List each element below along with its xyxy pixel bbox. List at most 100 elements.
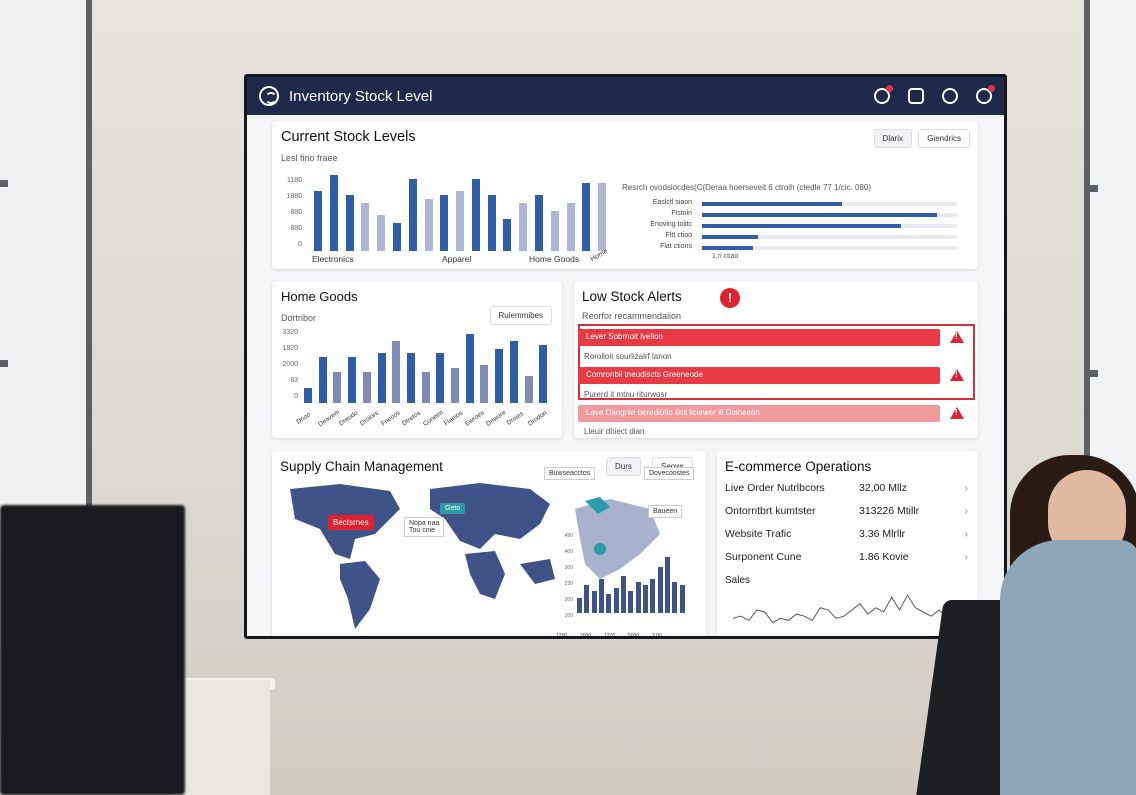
rank-bar [702, 235, 759, 239]
category-label: Home Goods [529, 254, 580, 264]
card-subtitle: Lesl fino fraee [281, 153, 338, 163]
rank-bar [702, 224, 901, 228]
home-goods-bar [524, 376, 533, 403]
y-tick-label: 200 [564, 597, 573, 603]
x-tick-label: Drioo [295, 411, 313, 426]
x-tick-label: Fneoos [379, 409, 402, 428]
left-window [0, 0, 92, 520]
shipment-bar [613, 588, 619, 613]
rank-label: Enoving toiitc [650, 221, 692, 228]
stock-bar [503, 219, 512, 251]
card-title: Supply Chain Management [280, 459, 443, 474]
app-logo-icon [259, 86, 279, 106]
settings-icon[interactable] [942, 88, 958, 104]
y-tick-label: 0 [298, 241, 302, 248]
window-icon[interactable] [908, 88, 924, 104]
map-label[interactable]: Geto [440, 503, 466, 514]
map-label-alert[interactable]: Bectsrnes [328, 515, 374, 530]
home-goods-bar-chart [302, 326, 552, 403]
alert-note: Lleuir dhiect dian [584, 427, 645, 436]
y-tick-label: 230 [564, 581, 573, 587]
metric-row[interactable]: Surponent Cune 1.86 Kovie › [725, 546, 968, 568]
y-tick-label: 3320 [282, 329, 298, 336]
metric-row[interactable]: Ontorntbrt kumtster 313226 Mtillr › [725, 500, 968, 522]
metric-value: 3.36 Mlrllr [859, 528, 906, 540]
y-tick-label: 300 [564, 565, 573, 571]
shipment-bar [657, 566, 663, 613]
y-tick-label: 2000 [282, 361, 298, 368]
warning-icon [950, 331, 964, 343]
person [1000, 540, 1136, 795]
card-title: Current Stock Levels [281, 129, 416, 145]
shipment-bar-chart [577, 551, 687, 613]
y-tick-label: 880 [290, 209, 302, 216]
shipment-bar [643, 585, 648, 613]
map-label[interactable]: Buwseacctos [544, 467, 596, 480]
home-goods-bar [333, 372, 342, 403]
chevron-right-icon: › [964, 551, 969, 563]
y-tick-label: 100 [564, 613, 573, 619]
stock-bar [456, 191, 465, 251]
map-label[interactable]: Dovecoostes [644, 467, 695, 480]
y-tick-label: 400 [564, 549, 573, 555]
home-goods-bar [436, 352, 445, 403]
x-tick-label: Dnwore [485, 409, 508, 428]
metric-value: 313226 Mtillr [859, 505, 920, 517]
home-goods-bar [480, 364, 489, 403]
card-subtitle: Reorfor recammendaiion [582, 311, 682, 321]
tab-durs[interactable]: Durs [606, 457, 641, 476]
rank-title: Resrch ovodsiocdes(C(Deraa hoerseveit 6 … [622, 183, 872, 192]
tab-giendrics[interactable]: Giendrics [918, 129, 970, 148]
map-label[interactable]: Baueen [648, 505, 683, 518]
stock-bar-chart [312, 171, 612, 251]
map-label[interactable]: Nopa naa Tou cnie [404, 517, 445, 537]
home-goods-bar [377, 352, 386, 403]
dashboard-screen: Inventory Stock Level Current Stock Leve… [244, 74, 1007, 639]
x-tick-label: Droies [505, 410, 526, 427]
y-tick-label: 83 [290, 377, 298, 384]
x-tick-label: Droiors [358, 409, 381, 428]
x-tick-label: 5000 [628, 633, 640, 639]
x-tick-label: Dtretos [400, 409, 423, 428]
home-goods-bar [465, 333, 474, 403]
metric-value: 32,00 Mllz [859, 482, 907, 494]
y-tick-label: 880 [290, 225, 302, 232]
alert-row[interactable]: Lave Dangnie berediotlo tinil ilciewer i… [578, 405, 940, 422]
category-label: Apparel [442, 254, 472, 264]
x-tick-label: Coneen [422, 409, 445, 428]
stock-bar [392, 223, 401, 251]
stock-bar [440, 195, 449, 251]
supply-chain-card: Supply Chain Management Durs Seowr Bects… [272, 451, 706, 639]
alert-row[interactable]: Comronbil tneudiscts Greeneode [578, 367, 940, 384]
home-goods-bar [392, 341, 401, 403]
x-tick-label: Deavem [317, 408, 342, 429]
recommendations-button[interactable]: Ruiemmibes [489, 306, 552, 325]
rank-footer: 1,ri ctiao [712, 253, 739, 260]
rank-label: Easlctl siaon [652, 199, 692, 206]
shipment-bar [591, 591, 597, 613]
sales-series-line [732, 594, 964, 624]
alert-note: Rorolloit sourlizalrf lanon [584, 352, 672, 361]
y-tick-label: 1180 [286, 177, 302, 184]
home-goods-bar [421, 372, 430, 403]
home-goods-bar [451, 368, 460, 403]
shipment-bar [606, 594, 612, 613]
metric-row[interactable]: Live Order Nutrlbcors 32,00 Mllz › [725, 477, 968, 499]
tab-dlarix[interactable]: Dlarix [873, 129, 912, 148]
stock-bar [345, 195, 354, 251]
x-tick-label: Drodon [526, 409, 549, 428]
notification-icon[interactable] [874, 85, 893, 104]
stock-bar [566, 203, 575, 251]
stock-bar [361, 203, 370, 251]
shipment-bar [672, 582, 678, 613]
metric-row[interactable]: Website Trafic 3.36 Mlrllr › [725, 523, 968, 545]
bell-icon[interactable] [976, 85, 995, 104]
stock-bar [487, 195, 496, 251]
home-goods-bar [539, 345, 548, 403]
metric-label: Live Order Nutrlbcors [725, 482, 825, 494]
metric-label: Ontorntbrt kumtster [725, 505, 816, 517]
shipment-bar [577, 597, 582, 613]
stock-bar [314, 191, 322, 251]
shipment-bar [650, 578, 656, 613]
alert-row[interactable]: Lever Sobrnoit ivelion [578, 329, 940, 346]
